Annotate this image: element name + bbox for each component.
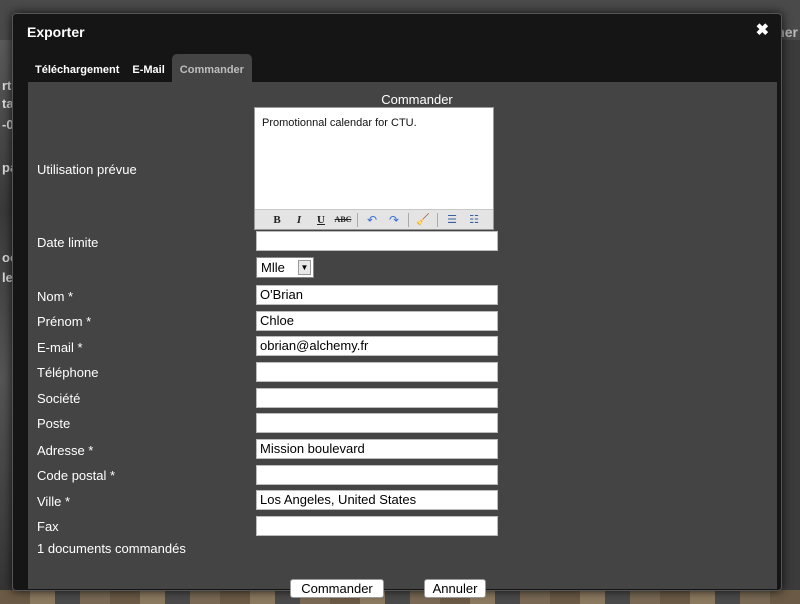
toolbar-separator <box>437 212 438 227</box>
clean-format-icon[interactable]: 🧹 <box>413 212 433 228</box>
nom-field[interactable]: O'Brian <box>256 285 498 305</box>
redo-icon[interactable]: ↷ <box>384 212 404 228</box>
email-label: E-mail * <box>37 340 83 355</box>
close-icon[interactable]: ✖ <box>756 23 769 39</box>
order-form-panel: Commander Utilisation prévue Promotionna… <box>28 82 777 598</box>
toolbar-separator <box>408 212 409 227</box>
bold-button[interactable]: B <box>267 212 287 228</box>
poste-field[interactable] <box>256 413 498 433</box>
civility-select-value: Mlle <box>261 260 285 275</box>
annuler-button[interactable]: Annuler <box>424 579 486 598</box>
export-dialog: Exporter ✖ Téléchargement E-Mail Command… <box>12 13 782 598</box>
tab-telechargement[interactable]: Téléchargement <box>29 54 126 82</box>
prenom-field[interactable]: Chloe <box>256 311 498 331</box>
email-field[interactable]: obrian@alchemy.fr <box>256 336 498 356</box>
background-thumbnails <box>0 590 800 604</box>
toolbar-separator <box>357 212 358 227</box>
telephone-label: Téléphone <box>37 365 99 380</box>
tab-email[interactable]: E-Mail <box>126 54 171 82</box>
ville-field[interactable]: Los Angeles, United States <box>256 490 498 510</box>
nom-label: Nom * <box>37 289 74 304</box>
tab-bar: Téléchargement E-Mail Commander <box>29 54 252 82</box>
adresse-label: Adresse * <box>37 443 94 458</box>
commander-button[interactable]: Commander <box>290 579 384 598</box>
background-text: rt <box>2 78 12 93</box>
usage-label: Utilisation prévue <box>37 162 137 177</box>
fax-label: Fax <box>37 519 59 534</box>
usage-rich-text-editor[interactable]: Promotionnal calendar for CTU. B I U ABC… <box>254 107 494 230</box>
editor-toolbar: B I U ABC ↶ ↷ 🧹 ☰ ☷ <box>255 209 493 229</box>
deadline-field[interactable] <box>256 231 498 251</box>
deadline-label: Date limite <box>37 235 99 250</box>
strikethrough-button[interactable]: ABC <box>333 212 353 228</box>
ville-label: Ville * <box>37 494 71 509</box>
dialog-title: Exporter <box>27 24 85 40</box>
bullet-list-icon[interactable]: ☰ <box>442 212 462 228</box>
numbered-list-icon[interactable]: ☷ <box>464 212 484 228</box>
underline-button[interactable]: U <box>311 212 331 228</box>
form-heading: Commander <box>381 92 453 107</box>
chevron-down-icon[interactable]: ▼ <box>298 260 311 275</box>
code-postal-label: Code postal * <box>37 468 116 483</box>
undo-icon[interactable]: ↶ <box>362 212 382 228</box>
italic-button[interactable]: I <box>289 212 309 228</box>
civility-select[interactable]: Mlle ▼ <box>256 257 314 278</box>
poste-label: Poste <box>37 416 71 431</box>
telephone-field[interactable] <box>256 362 498 382</box>
documents-count: 1 documents commandés <box>37 541 186 556</box>
usage-text[interactable]: Promotionnal calendar for CTU. <box>262 117 417 129</box>
societe-field[interactable] <box>256 388 498 408</box>
fax-field[interactable] <box>256 516 498 536</box>
societe-label: Société <box>37 391 81 406</box>
tab-commander[interactable]: Commander <box>171 54 252 82</box>
code-postal-field[interactable] <box>256 465 498 485</box>
prenom-label: Prénom * <box>37 314 92 329</box>
adresse-field[interactable]: Mission boulevard <box>256 439 498 459</box>
